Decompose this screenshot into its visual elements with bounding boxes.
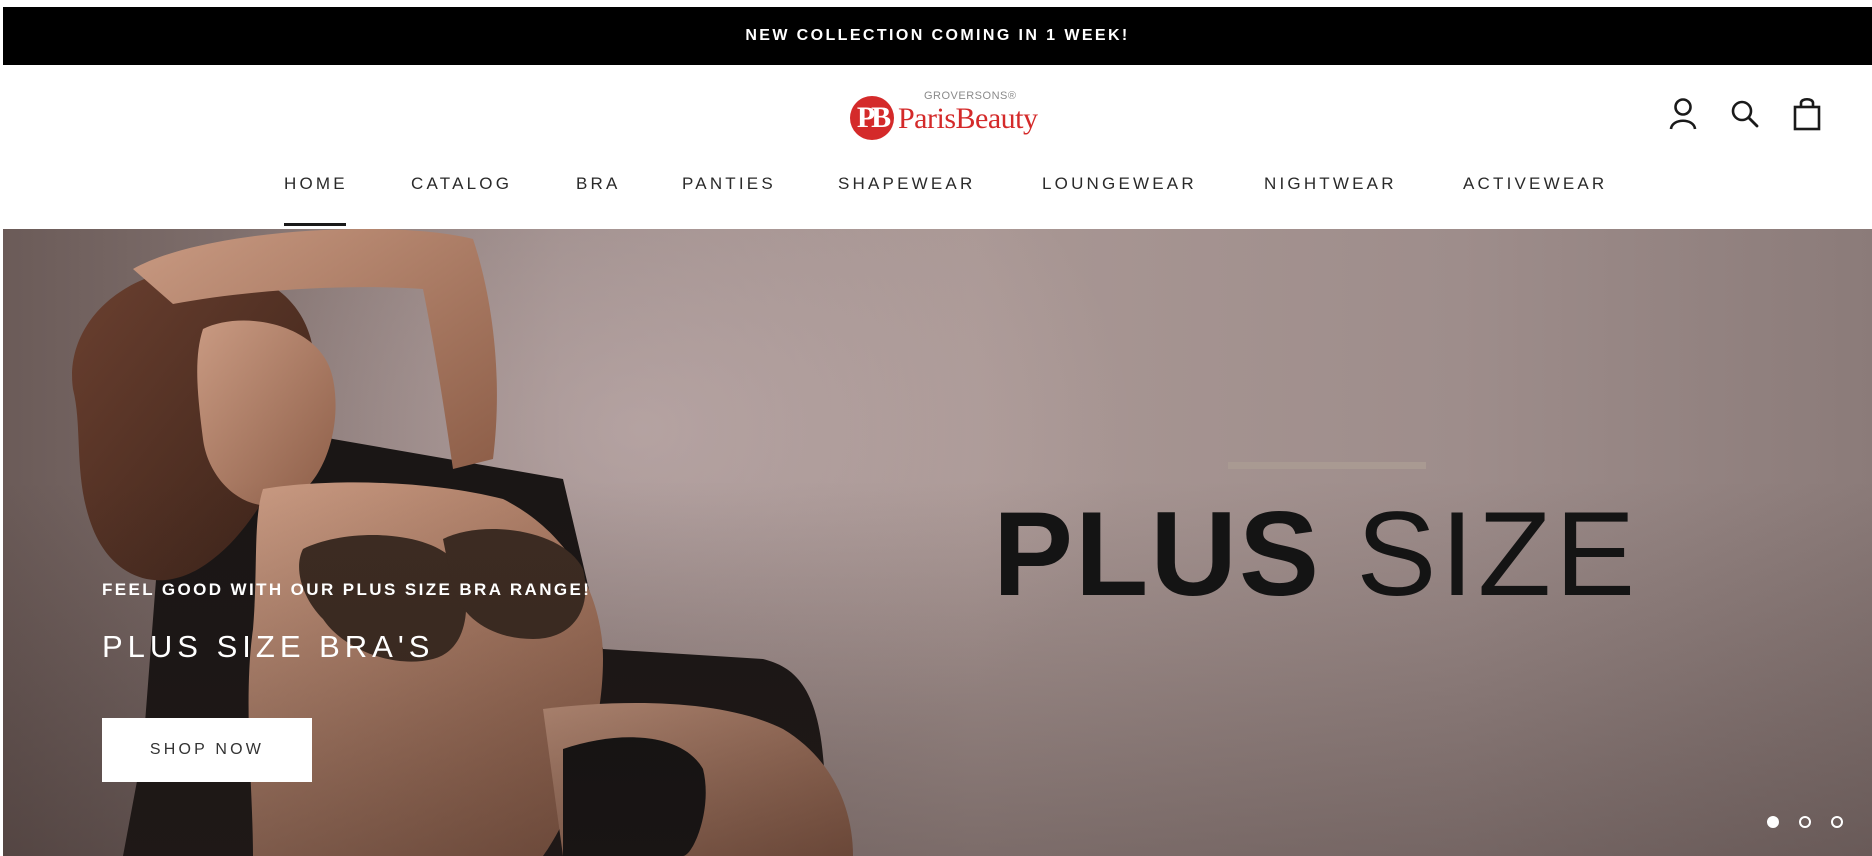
nav-item-panties[interactable]: PANTIES: [682, 174, 776, 226]
header-actions: [1666, 96, 1824, 132]
hero-divider: [1228, 462, 1426, 469]
slide-dot-1[interactable]: [1767, 816, 1779, 828]
hero-display-title: PLUS SIZE: [993, 489, 1639, 619]
account-icon[interactable]: [1666, 96, 1700, 132]
nav-item-bra[interactable]: BRA: [576, 174, 621, 226]
nav-item-home[interactable]: HOME: [284, 174, 348, 226]
announcement-text: NEW COLLECTION COMING IN 1 WEEK!: [745, 27, 1130, 44]
slider-dots: [1767, 816, 1843, 828]
logo-subtitle: GROVERSONS®: [924, 90, 1017, 102]
logo-name: ParisBeauty: [898, 102, 1038, 135]
logo-mark: PB: [850, 96, 894, 140]
hero-banner[interactable]: PLUS SIZE FEEL GOOD WITH OUR PLUS SIZE B…: [3, 229, 1872, 856]
slide-dot-3[interactable]: [1831, 816, 1843, 828]
nav-item-shapewear[interactable]: SHAPEWEAR: [838, 174, 975, 226]
shop-now-button[interactable]: SHOP NOW: [102, 718, 312, 782]
nav-item-activewear[interactable]: ACTIVEWEAR: [1463, 174, 1607, 226]
hero-heading: PLUS SIZE BRA'S: [102, 629, 435, 664]
announcement-bar: NEW COLLECTION COMING IN 1 WEEK!: [3, 7, 1872, 65]
nav-item-loungewear[interactable]: LOUNGEWEAR: [1042, 174, 1197, 226]
nav-item-catalog[interactable]: CATALOG: [411, 174, 512, 226]
slide-dot-2[interactable]: [1799, 816, 1811, 828]
cart-icon[interactable]: [1790, 96, 1824, 132]
brand-logo[interactable]: PB GROVERSONS® ParisBeauty: [848, 86, 1048, 146]
hero-display-bold: PLUS: [993, 487, 1322, 621]
hero-eyebrow: FEEL GOOD WITH OUR PLUS SIZE BRA RANGE!: [102, 580, 592, 599]
search-icon[interactable]: [1728, 96, 1762, 132]
main-nav: HOME CATALOG BRA PANTIES SHAPEWEAR LOUNG…: [0, 174, 1872, 230]
nav-item-nightwear[interactable]: NIGHTWEAR: [1264, 174, 1397, 226]
hero-display-light: SIZE: [1356, 487, 1640, 621]
page: NEW COLLECTION COMING IN 1 WEEK! PB GROV…: [0, 0, 1872, 856]
